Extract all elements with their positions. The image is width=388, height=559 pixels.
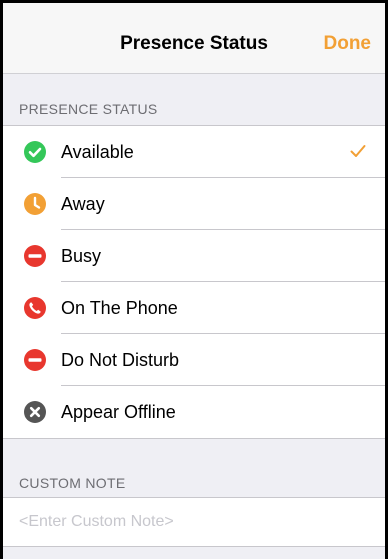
custom-note-row	[3, 498, 385, 546]
selected-checkmark-icon	[350, 145, 366, 157]
busy-minus-icon	[24, 245, 46, 267]
presence-status-list: Available Away Busy On The Phone Do Not …	[3, 125, 385, 439]
status-row-busy[interactable]: Busy	[3, 230, 385, 282]
status-row-appear-offline[interactable]: Appear Offline	[3, 386, 385, 438]
available-check-icon	[24, 141, 46, 163]
status-label: Away	[61, 194, 105, 214]
status-label: Do Not Disturb	[61, 350, 180, 370]
custom-note-section-header: CUSTOM NOTE	[19, 475, 126, 491]
status-row-on-the-phone[interactable]: On The Phone	[3, 282, 385, 334]
navigation-bar: Presence Status Done	[3, 3, 385, 74]
status-label: Appear Offline	[61, 402, 176, 422]
offline-x-icon	[24, 401, 46, 423]
status-row-do-not-disturb[interactable]: Do Not Disturb	[3, 334, 385, 386]
status-label: Available	[61, 142, 134, 162]
custom-note-group	[3, 497, 385, 547]
away-clock-icon	[24, 193, 46, 215]
status-label: Busy	[61, 246, 102, 266]
do-not-disturb-icon	[24, 349, 46, 371]
done-button[interactable]: Done	[324, 33, 372, 55]
presence-status-screen: Presence Status Done PRESENCE STATUS Ava…	[3, 3, 385, 559]
phone-icon	[24, 297, 46, 319]
custom-note-input[interactable]	[17, 498, 371, 546]
status-row-available[interactable]: Available	[3, 126, 385, 178]
presence-section-header: PRESENCE STATUS	[19, 101, 158, 117]
status-label: On The Phone	[61, 298, 178, 318]
status-row-away[interactable]: Away	[3, 178, 385, 230]
